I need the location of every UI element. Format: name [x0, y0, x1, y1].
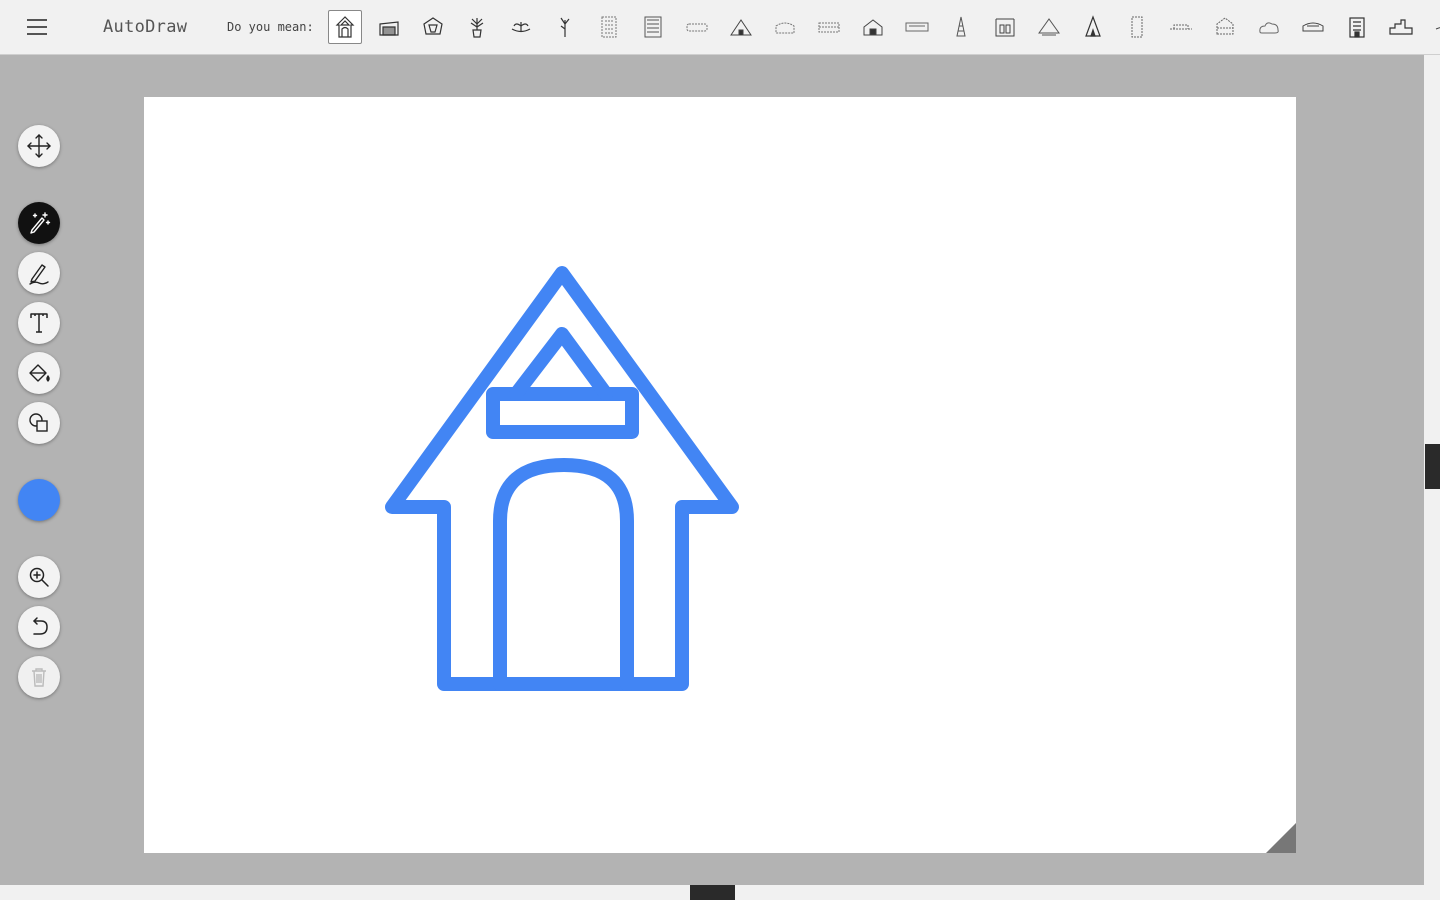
type-tool[interactable] — [18, 302, 60, 344]
pencil-icon — [29, 264, 49, 285]
menu-line — [27, 26, 47, 28]
paint-bucket-icon — [29, 364, 50, 382]
left-toolbar — [0, 55, 80, 885]
suggestion-hut-icon[interactable] — [724, 10, 758, 44]
suggestions-strip — [328, 10, 1440, 44]
suggestion-plant-pot-icon[interactable] — [460, 10, 494, 44]
suggestion-apartment-icon[interactable] — [1340, 10, 1374, 44]
suggestion-boat-icon[interactable] — [1428, 10, 1440, 44]
suggestion-train-icon[interactable] — [812, 10, 846, 44]
magic-pencil-icon — [30, 212, 51, 234]
horizontal-scroll-thumb[interactable] — [690, 885, 735, 900]
trash-icon — [32, 668, 46, 687]
suggestion-plant-icon[interactable] — [504, 10, 538, 44]
zoom-tool[interactable] — [18, 556, 60, 598]
suggestion-bridge-icon[interactable] — [1164, 10, 1198, 44]
draw-tool[interactable] — [18, 252, 60, 294]
suggestion-cake-icon[interactable] — [768, 10, 802, 44]
shapes-icon — [29, 413, 48, 432]
delete-tool[interactable] — [18, 656, 60, 698]
horizontal-scrollbar[interactable] — [0, 885, 1440, 900]
vertical-scrollbar[interactable] — [1424, 55, 1440, 885]
suggestion-birdhouse-icon[interactable] — [416, 10, 450, 44]
undo-icon — [33, 617, 48, 635]
suggestion-skyscraper-icon[interactable] — [1120, 10, 1154, 44]
zoom-in-icon — [29, 567, 49, 587]
suggestion-bus-icon[interactable] — [680, 10, 714, 44]
suggestion-city-icon[interactable] — [1384, 10, 1418, 44]
suggestion-castle-icon[interactable] — [988, 10, 1022, 44]
menu-line — [27, 19, 47, 21]
menu-line — [27, 33, 47, 35]
suggestion-teepee-icon[interactable] — [1076, 10, 1110, 44]
top-bar: AutoDraw Do you mean: — [0, 0, 1440, 55]
autodraw-tool[interactable] — [18, 202, 60, 244]
undo-tool[interactable] — [18, 606, 60, 648]
suggestions-label: Do you mean: — [227, 20, 314, 34]
suggestion-lighthouse-icon[interactable] — [944, 10, 978, 44]
shape-tool[interactable] — [18, 402, 60, 444]
vertical-scroll-thumb[interactable] — [1425, 444, 1440, 489]
canvas-resize-handle[interactable] — [1266, 823, 1296, 853]
fill-tool[interactable] — [18, 352, 60, 394]
text-icon — [30, 313, 48, 333]
suggestion-building-icon[interactable] — [592, 10, 626, 44]
suggestion-tent-icon[interactable] — [1032, 10, 1066, 44]
suggestion-tree-icon[interactable] — [548, 10, 582, 44]
hamburger-menu-icon[interactable] — [25, 16, 51, 38]
suggestion-truck-icon[interactable] — [900, 10, 934, 44]
suggestion-temple-icon[interactable] — [1208, 10, 1242, 44]
drawing-canvas[interactable] — [144, 97, 1296, 853]
move-tool[interactable] — [18, 125, 60, 167]
app-title: AutoDraw — [103, 17, 188, 37]
stroke-color-swatch[interactable] — [18, 479, 60, 521]
suggestion-car-icon[interactable] — [1296, 10, 1330, 44]
suggestion-tower-block-icon[interactable] — [636, 10, 670, 44]
move-arrows-icon — [27, 134, 51, 158]
suggestion-house-icon[interactable] — [328, 10, 362, 44]
doghouse-drawing[interactable] — [144, 97, 1296, 853]
suggestion-cloud-icon[interactable] — [1252, 10, 1286, 44]
suggestion-barn-icon[interactable] — [856, 10, 890, 44]
suggestion-shed-icon[interactable] — [372, 10, 406, 44]
